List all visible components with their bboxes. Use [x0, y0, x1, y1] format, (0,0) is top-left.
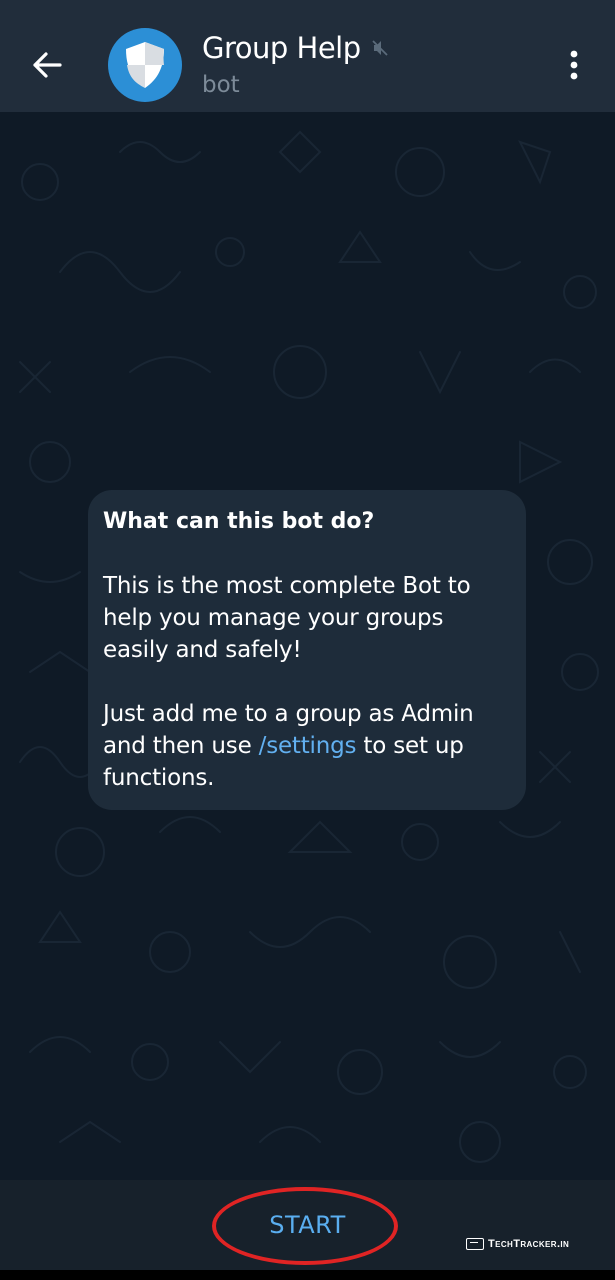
watermark: TechTracker.in [466, 1238, 569, 1250]
chat-subtitle: bot [202, 72, 240, 98]
system-nav-strip [0, 1270, 615, 1280]
bot-description-bubble: What can this bot do? This is the most c… [88, 490, 526, 810]
bot-description-paragraph-1: This is the most complete Bot to help yo… [103, 573, 471, 663]
bot-description-title: What can this bot do? [103, 509, 375, 534]
bot-description-paragraph-2: Just add me to a group as Admin and then… [103, 698, 510, 794]
settings-command-link[interactable]: /settings [259, 733, 357, 759]
start-button[interactable]: START [239, 1201, 376, 1249]
shield-icon [126, 42, 164, 88]
chat-title: Group Help [202, 31, 361, 65]
laptop-icon [466, 1238, 484, 1250]
more-vertical-icon [570, 50, 578, 80]
more-options-button[interactable] [553, 44, 595, 86]
avatar[interactable] [108, 28, 182, 102]
chat-header: Group Help bot [0, 0, 615, 112]
back-button[interactable] [22, 40, 72, 90]
arrow-left-icon [33, 52, 62, 78]
watermark-text: TechTracker.in [488, 1238, 570, 1250]
title-row: Group Help [202, 30, 502, 66]
muted-speaker-icon [371, 40, 388, 56]
bottom-action-bar: START [0, 1180, 615, 1270]
chat-area[interactable]: What can this bot do? This is the most c… [0, 112, 615, 1180]
chat-title-block[interactable]: Group Help bot [202, 30, 502, 100]
